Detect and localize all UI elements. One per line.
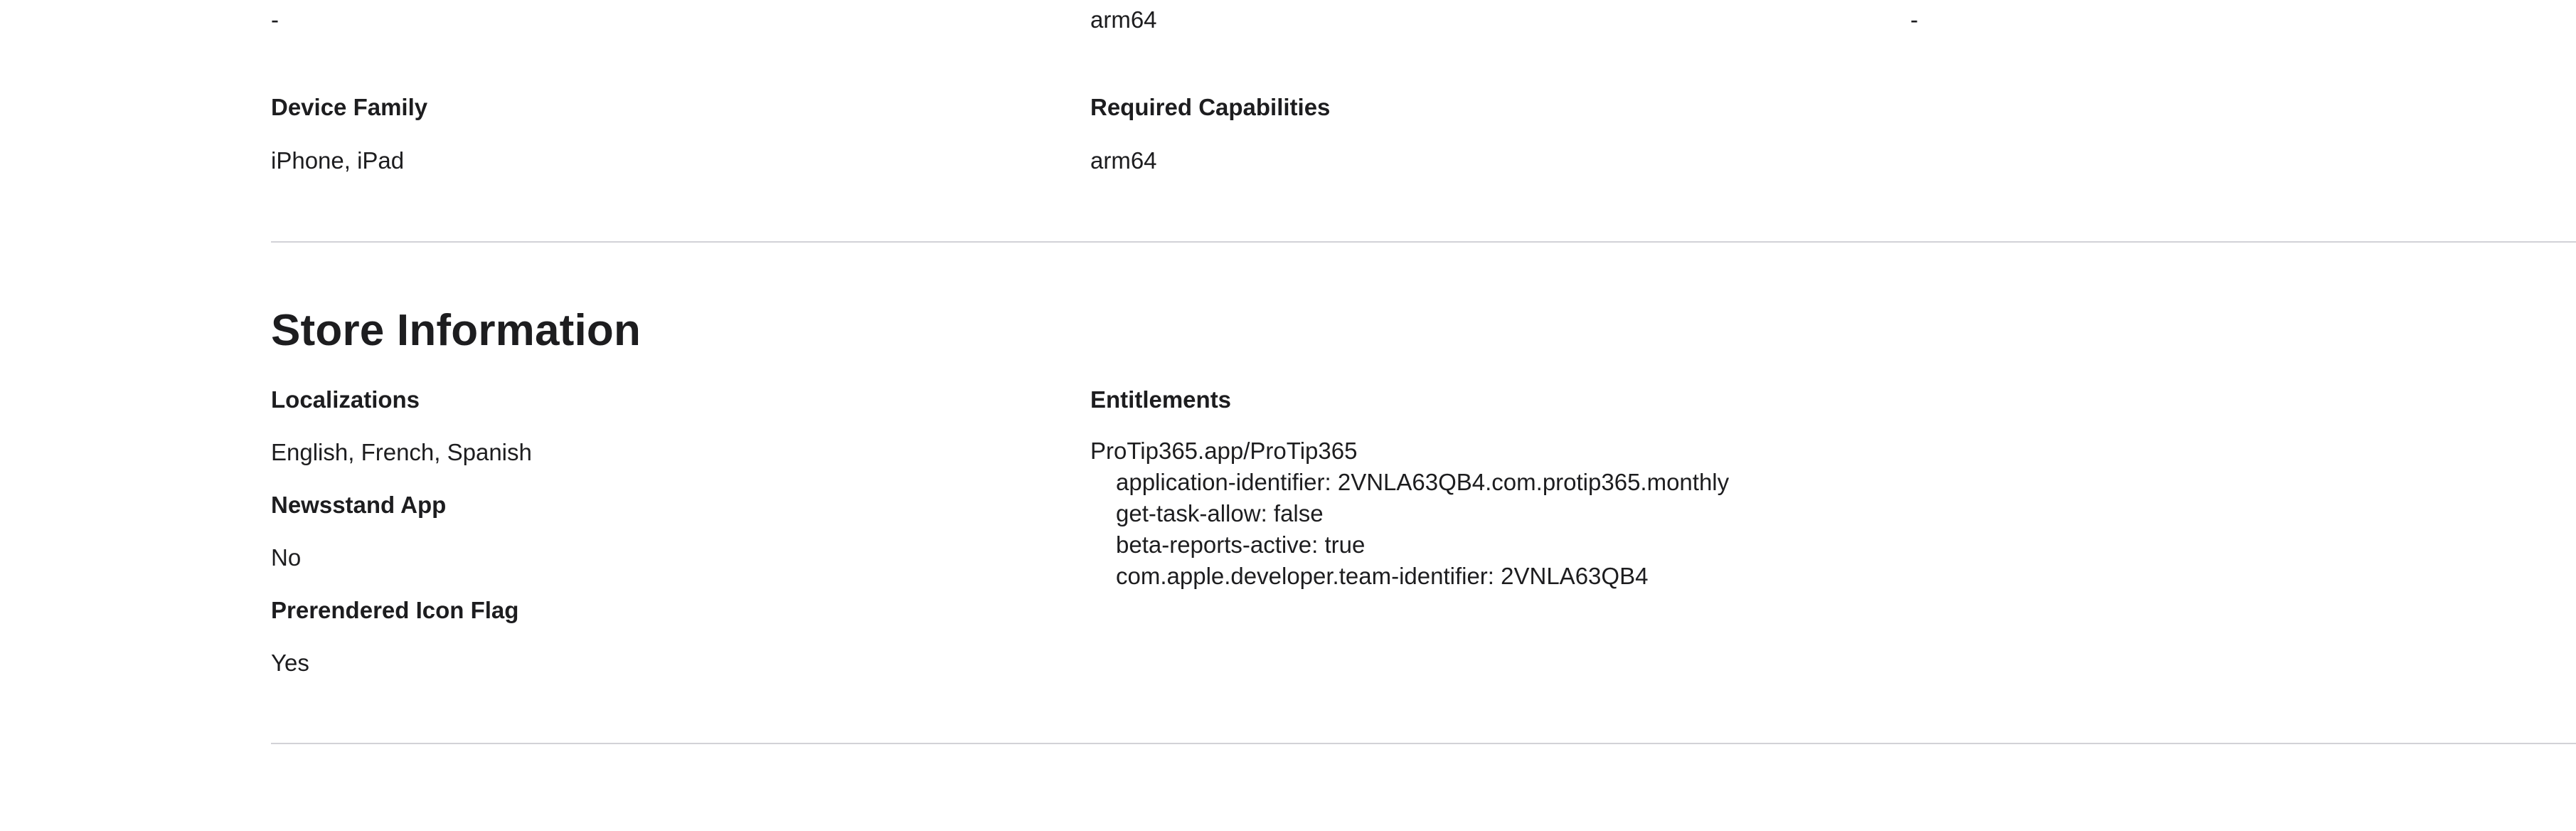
newsstand-app-label: Newsstand App	[271, 492, 447, 518]
device-family-label: Device Family	[271, 94, 428, 120]
prerendered-icon-flag-label: Prerendered Icon Flag	[271, 597, 519, 623]
entitlement-item: get-task-allow: false	[1116, 500, 1324, 526]
device-family-value: iPhone, iPad	[271, 147, 405, 174]
prerendered-icon-flag-value: Yes	[271, 650, 309, 676]
entitlement-item: beta-reports-active: true	[1116, 531, 1366, 558]
newsstand-app-value: No	[271, 544, 302, 571]
top-row-col2-value: arm64	[1090, 6, 1157, 33]
entitlements-label: Entitlements	[1090, 386, 1232, 413]
required-capabilities-label: Required Capabilities	[1090, 94, 1331, 120]
top-row-col1-value: -	[271, 6, 279, 33]
entitlements-app-path: ProTip365.app/ProTip365	[1090, 438, 1358, 464]
entitlement-item: application-identifier: 2VNLA63QB4.com.p…	[1116, 469, 1730, 495]
localizations-value: English, French, Spanish	[271, 439, 532, 465]
entitlement-item: com.apple.developer.team-identifier: 2VN…	[1116, 563, 1649, 589]
entitlements-list: ProTip365.app/ProTip365 application-iden…	[1090, 435, 1729, 592]
app-details-page: - arm64 - Device Family iPhone, iPad Req…	[0, 0, 2576, 831]
section-divider	[271, 241, 2576, 243]
top-row-col3-value: -	[1910, 6, 1918, 33]
store-information-title: Store Information	[271, 306, 642, 355]
required-capabilities-value: arm64	[1090, 147, 1157, 174]
section-divider	[271, 743, 2576, 744]
localizations-label: Localizations	[271, 386, 420, 413]
